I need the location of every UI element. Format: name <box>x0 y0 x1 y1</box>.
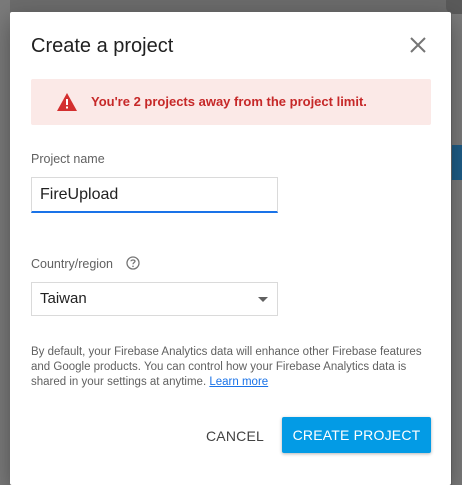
create-project-button[interactable]: CREATE PROJECT <box>282 417 431 453</box>
close-button[interactable] <box>407 34 429 56</box>
background-page-right <box>452 0 462 485</box>
project-limit-warning: You're 2 projects away from the project … <box>31 79 431 125</box>
help-icon <box>126 256 140 270</box>
country-selected-value: Taiwan <box>40 290 87 307</box>
background-accent <box>452 145 462 180</box>
project-name-label: Project name <box>31 152 105 166</box>
dropdown-arrow-icon <box>258 297 268 302</box>
cancel-button[interactable]: CANCEL <box>192 418 278 454</box>
close-icon <box>410 37 426 53</box>
help-button[interactable] <box>126 256 140 270</box>
dialog-title: Create a project <box>31 35 174 57</box>
project-name-field <box>31 177 278 213</box>
create-project-dialog: Create a project You're 2 projects away … <box>10 12 451 485</box>
learn-more-link[interactable]: Learn more <box>209 376 268 388</box>
country-region-label: Country/region <box>31 257 113 271</box>
background-page-left <box>0 0 10 485</box>
analytics-disclaimer: By default, your Firebase Analytics data… <box>31 345 436 390</box>
project-name-input[interactable] <box>32 178 277 211</box>
warning-message: You're 2 projects away from the project … <box>91 94 367 109</box>
country-region-select[interactable]: Taiwan <box>31 282 278 316</box>
warning-icon <box>57 93 77 111</box>
